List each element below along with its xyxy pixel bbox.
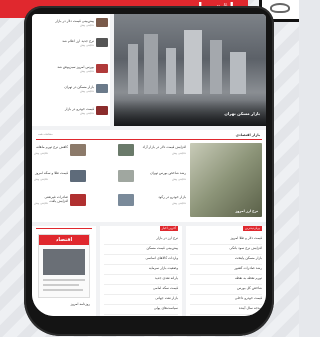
item-thumb: [70, 170, 86, 182]
view-all-link[interactable]: مشاهده همه: [38, 132, 53, 136]
economy-item[interactable]: قیمت طلا و سکه امروز: [34, 171, 68, 175]
list-item-time: دقایقی پیش: [79, 89, 94, 93]
item-thumb: [118, 194, 134, 206]
section-title: بازار اقتصادی: [235, 133, 260, 137]
economy-item-time: دقایقی پیش: [34, 151, 49, 155]
economy-hero-image[interactable]: نرخ ارز امروز: [190, 143, 262, 217]
list-thumb: [96, 38, 108, 47]
list-thumb: [96, 106, 108, 115]
economy-item-time: دقایقی پیش: [171, 201, 186, 205]
column-tag: آخرین اخبار: [159, 226, 178, 231]
news-column-2: آخرین اخبار نرخ ارز در بازار پیش‌بینی قی…: [100, 226, 182, 316]
economy-hero-caption: نرخ ارز امروز: [235, 208, 258, 213]
list-item-time: دقایقی پیش: [79, 23, 94, 27]
phone-screen: پیش‌بینی قیمت دلار در بازار دقایقی پیش ن…: [32, 14, 266, 316]
list-thumb: [96, 84, 108, 93]
economy-item-time: دقایقی پیش: [34, 177, 49, 181]
item-thumb: [118, 170, 134, 182]
list-item-time: دقایقی پیش: [79, 69, 94, 73]
economy-item[interactable]: بازار خودرو در رکود: [136, 195, 186, 199]
news-line[interactable]: بودجه سال آینده: [190, 304, 262, 315]
economy-item-time: دقایقی پیش: [34, 201, 49, 205]
economy-item-time: دقایقی پیش: [171, 151, 186, 155]
item-thumb: [118, 144, 134, 156]
list-item-time: دقایقی پیش: [79, 111, 94, 115]
economy-item[interactable]: رشد شاخص بورس تهران: [136, 171, 186, 175]
list-item-time: دقایقی پیش: [79, 43, 94, 47]
section-divider: [36, 139, 262, 140]
column-tag: پربازدیدترین: [242, 226, 262, 231]
economy-section: بازار اقتصادی مشاهده همه نرخ ارز امروز ا…: [32, 130, 266, 222]
hero-caption: بازار مسکن تهران: [224, 110, 260, 116]
economy-item-time: دقایقی پیش: [171, 177, 186, 181]
news-column-1: پربازدیدترین قیمت دلار و طلا امروز افزای…: [186, 226, 266, 316]
top-list-card: پیش‌بینی قیمت دلار در بازار دقایقی پیش ن…: [32, 14, 110, 126]
item-thumb: [70, 194, 86, 206]
newspaper-title: اقتصاد: [39, 235, 89, 245]
list-thumb: [96, 64, 108, 73]
newspaper-card: اقتصاد روزنامه امروز: [32, 226, 96, 316]
newspaper-image[interactable]: اقتصاد: [38, 234, 90, 298]
economy-item[interactable]: کاهش نرخ تورم ماهانه: [34, 145, 68, 149]
hero-city-image[interactable]: بازار مسکن تهران: [114, 14, 266, 126]
economy-item[interactable]: افزایش قیمت دلار در بازار آزاد: [136, 145, 186, 149]
news-line[interactable]: سیاست‌های پولی: [104, 304, 178, 315]
newspaper-caption: روزنامه امروز: [70, 302, 90, 306]
list-thumb: [96, 18, 108, 27]
item-thumb: [70, 144, 86, 156]
